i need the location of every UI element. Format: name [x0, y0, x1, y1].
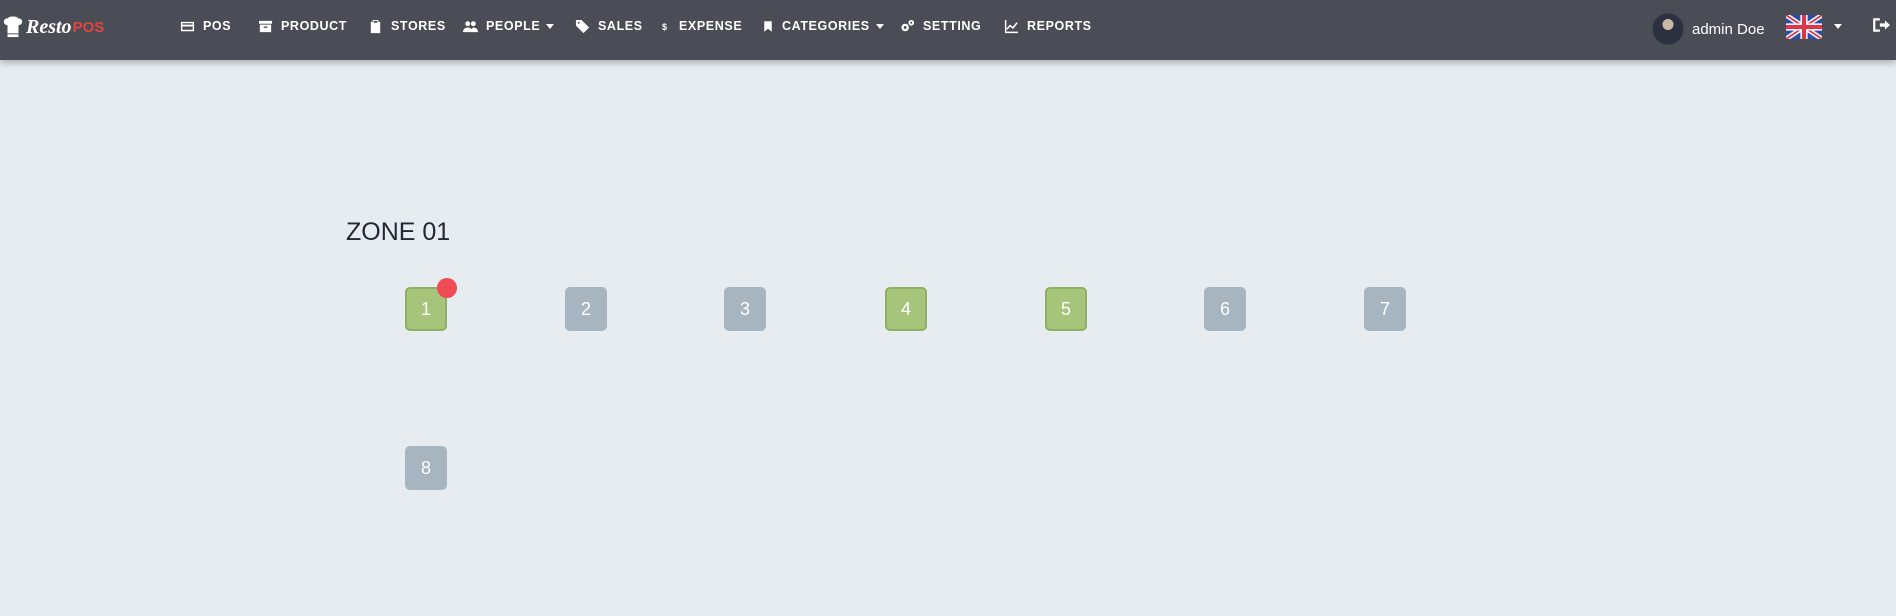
nav-sales[interactable]: SALES — [575, 16, 643, 36]
nav-stores-label: STORES — [391, 19, 446, 33]
nav-reports-label: REPORTS — [1027, 19, 1092, 33]
svg-text:$: $ — [662, 21, 667, 31]
nav-expense-label: EXPENSE — [679, 19, 743, 33]
zone-divider — [346, 262, 1506, 263]
table-number: 1 — [420, 298, 431, 319]
chevron-down-icon — [546, 23, 555, 29]
user-name: admin Doe — [1692, 20, 1765, 38]
table-4-button[interactable]: 4 — [885, 287, 927, 331]
nav-reports[interactable]: REPORTS — [1004, 16, 1092, 36]
nav-pos-label: POS — [203, 19, 232, 33]
nav-stores[interactable]: STORES — [368, 16, 446, 36]
uk-flag-icon[interactable] — [1786, 15, 1822, 39]
nav-people-label: PEOPLE — [486, 19, 541, 33]
nav-categories-label: CATEGORIES — [782, 19, 870, 33]
nav-categories[interactable]: CATEGORIES — [762, 16, 884, 36]
brand-name-second: POS — [72, 18, 105, 36]
dollar-icon: $ — [662, 21, 667, 31]
notification-dot — [437, 278, 457, 298]
line-chart-icon — [1004, 19, 1019, 33]
chef-hat-icon — [3, 16, 23, 38]
credit-card-icon — [180, 21, 195, 31]
brand-name-first: Resto — [26, 15, 72, 38]
table-5-button[interactable]: 5 — [1045, 287, 1087, 331]
table-7-button[interactable]: 7 — [1364, 287, 1406, 331]
nav-product-label: PRODUCT — [281, 19, 348, 33]
users-icon — [463, 20, 478, 32]
table-number: 6 — [1219, 298, 1230, 319]
table-number: 8 — [420, 457, 431, 478]
table-number: 7 — [1379, 298, 1390, 319]
bookmark-icon — [764, 20, 772, 32]
nav-sales-label: SALES — [598, 19, 643, 33]
table-number: 4 — [900, 298, 911, 319]
clipboard-icon — [370, 19, 381, 33]
avatar — [1652, 13, 1684, 45]
table-8-button[interactable]: 8 — [405, 446, 447, 490]
table-6-button[interactable]: 6 — [1204, 287, 1246, 331]
nav-product[interactable]: PRODUCT — [258, 16, 347, 36]
zone-title: ZONE 01 — [346, 218, 451, 246]
language-dropdown-icon[interactable] — [1834, 24, 1842, 29]
gears-icon — [901, 19, 915, 31]
logout-icon[interactable] — [1872, 16, 1890, 34]
tag-icon — [575, 19, 590, 33]
top-navbar: Resto POS POS PRODUCT STORES PEOPLE SALE… — [0, 0, 1896, 60]
table-3-button[interactable]: 3 — [724, 287, 766, 331]
nav-people[interactable]: PEOPLE — [463, 16, 555, 36]
table-2-button[interactable]: 2 — [565, 287, 607, 331]
chevron-down-icon — [875, 23, 884, 29]
nav-pos[interactable]: POS — [180, 16, 231, 36]
table-number: 3 — [739, 298, 750, 319]
nav-expense[interactable]: $ EXPENSE — [662, 16, 742, 36]
nav-setting-label: SETTING — [923, 19, 982, 33]
table-number: 5 — [1060, 298, 1071, 319]
nav-setting[interactable]: SETTING — [900, 16, 981, 36]
user-menu[interactable]: admin Doe — [1652, 13, 1765, 45]
brand-logo[interactable]: Resto POS — [2, 14, 104, 40]
archive-box-icon — [258, 20, 273, 32]
table-number: 2 — [580, 298, 591, 319]
